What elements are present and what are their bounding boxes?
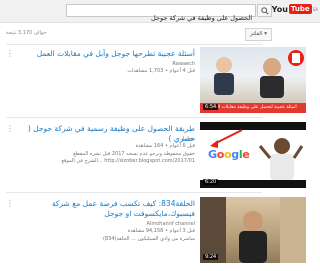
video-duration: 6:54 — [203, 104, 219, 110]
video-title[interactable]: الحلقة834: كيف تكسب فرصة عمل مع شركة فيس… — [23, 199, 195, 219]
search-button[interactable] — [257, 4, 272, 17]
video-description-line: مباشرة من وادي السيليكون ... الحلقة(834) — [103, 236, 195, 242]
video-title[interactable]: أسئلة عجيبة تطرحها جوجل وآبل في مقابلات … — [23, 49, 195, 59]
more-options-icon[interactable]: ⋮ — [6, 124, 14, 133]
channel-name[interactable]: Rawaech — [23, 61, 195, 68]
video-stats: قبل 6 أعوام • 164 مشاهدة — [135, 143, 195, 149]
more-options-icon[interactable]: ⋮ — [6, 49, 14, 58]
list-item[interactable]: Google 6:20 طريقة الحصول على وظيفة رسمية… — [0, 122, 320, 190]
video-description-line: http://sizober.blogspot.com/2017/01 ...ا… — [61, 158, 195, 164]
video-thumbnail[interactable]: أسئلة عجيبة لتحصل على وظيفة مقابلات العم… — [200, 47, 306, 113]
google-logo: Google — [208, 148, 250, 161]
filter-label: الفلتر — [249, 31, 263, 37]
more-options-icon[interactable]: ⋮ — [6, 199, 14, 208]
chevron-down-icon: ▾ — [264, 31, 267, 37]
video-stats: قبل 3 أعوام • 94,158 مشاهدة — [127, 228, 195, 234]
top-bar: You Tube SA — [0, 0, 320, 24]
video-duration: 6:20 — [203, 179, 219, 185]
video-duration: 9:24 — [203, 254, 219, 260]
list-item[interactable]: 9:24 الحلقة834: كيف تكسب فرصة عمل مع شرك… — [0, 197, 320, 265]
divider — [6, 192, 262, 193]
search-input[interactable] — [67, 12, 255, 24]
video-thumbnail[interactable]: Google 6:20 — [200, 122, 306, 188]
logo-text-tube: Tube — [288, 4, 312, 14]
video-stats: قبل 4 أعوام • 1,703 مشاهدات — [127, 68, 195, 74]
search-icon — [260, 6, 269, 15]
results-count: حوالى 3,170 نتيجة — [6, 30, 47, 36]
filter-button[interactable]: الفلتر ▾ — [244, 28, 272, 41]
video-description-line: حقوق محفوظة ونرجو عدم نسخه 2017 قبل نشره… — [73, 151, 195, 157]
list-item[interactable]: أسئلة عجيبة لتحصل على وظيفة مقابلات العم… — [0, 47, 320, 115]
channel-name[interactable]: بيجانيك — [23, 136, 195, 143]
logo-text-you: You — [271, 4, 288, 14]
video-thumbnail[interactable]: 9:24 — [200, 197, 306, 263]
search-box[interactable] — [66, 4, 256, 24]
youtube-logo[interactable]: You Tube SA — [272, 4, 318, 14]
divider — [6, 117, 262, 118]
filter-bar: الفلتر ▾ حوالى 3,170 نتيجة — [0, 27, 320, 41]
divider — [6, 44, 262, 45]
logo-locale: SA — [312, 6, 318, 12]
channel-name[interactable]: Almohannf channel — [23, 221, 195, 228]
